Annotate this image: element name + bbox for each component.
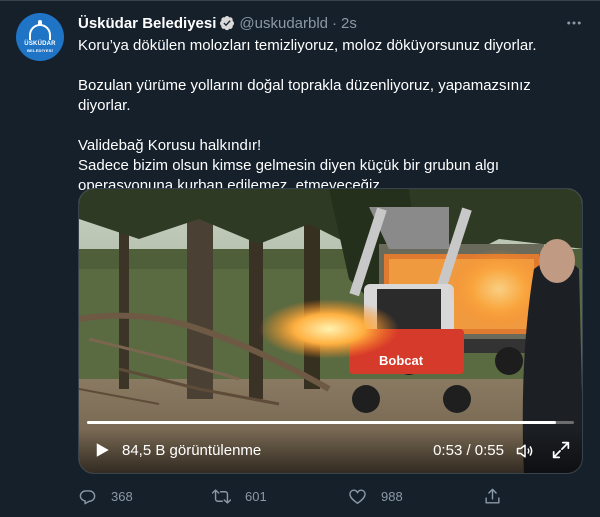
play-icon[interactable] (93, 441, 111, 459)
tweet-header: Üsküdar Belediyesi @uskudarbld · 2s (78, 13, 357, 33)
fullscreen-icon[interactable] (550, 439, 572, 461)
more-dots-icon[interactable] (564, 13, 584, 33)
share-icon (485, 488, 500, 504)
view-count: 84,5 B görüntülenme (122, 442, 262, 459)
tweet-line: Koru’ya dökülen molozları temizliyoruz, … (78, 37, 537, 54)
separator-dot: · (332, 14, 338, 32)
avatar[interactable]: ÜSKÜDAR BELEDİYESİ (16, 13, 64, 61)
video-controls: 84,5 B görüntülenme 0:53 / 0:55 (79, 429, 582, 473)
bobcat-logo: Bobcat (379, 353, 424, 368)
avatar-text-line1: ÜSKÜDAR (24, 40, 56, 47)
tweet-line: Validebağ Korusu halkındır! (78, 137, 262, 154)
like-button[interactable]: 988 (348, 486, 403, 506)
handle[interactable]: @uskudarbld (239, 15, 328, 32)
retweet-icon (212, 488, 231, 504)
volume-icon[interactable] (514, 441, 536, 461)
avatar-text-line2: BELEDİYESİ (27, 47, 53, 53)
tweet-line: Bozulan yürüme yollarını doğal toprakla … (78, 77, 531, 114)
retweet-button[interactable]: 601 (212, 486, 267, 506)
reply-icon (79, 489, 96, 505)
like-count: 988 (381, 488, 403, 504)
municipality-emblem-icon (29, 19, 51, 40)
tweet-actions: 368 601 988 (78, 486, 508, 506)
video-progress-bar[interactable] (87, 421, 574, 424)
reply-count: 368 (111, 488, 133, 504)
heart-icon (349, 488, 366, 504)
tweet-text: Koru’ya dökülen molozları temizliyoruz, … (78, 36, 586, 196)
timestamp[interactable]: 2s (341, 15, 357, 32)
verified-badge-icon (220, 16, 235, 31)
display-name[interactable]: Üsküdar Belediyesi (78, 15, 216, 32)
share-button[interactable] (483, 486, 502, 506)
video-timecode: 0:53 / 0:55 (433, 442, 504, 459)
reply-button[interactable]: 368 (78, 486, 133, 506)
retweet-count: 601 (245, 488, 267, 504)
video-player[interactable]: Bobcat 84,5 B görüntülenme 0:53 / 0:55 (78, 188, 583, 474)
tweet[interactable]: ÜSKÜDAR BELEDİYESİ Üsküdar Belediyesi @u… (0, 0, 600, 517)
video-progress-fill (87, 421, 557, 424)
